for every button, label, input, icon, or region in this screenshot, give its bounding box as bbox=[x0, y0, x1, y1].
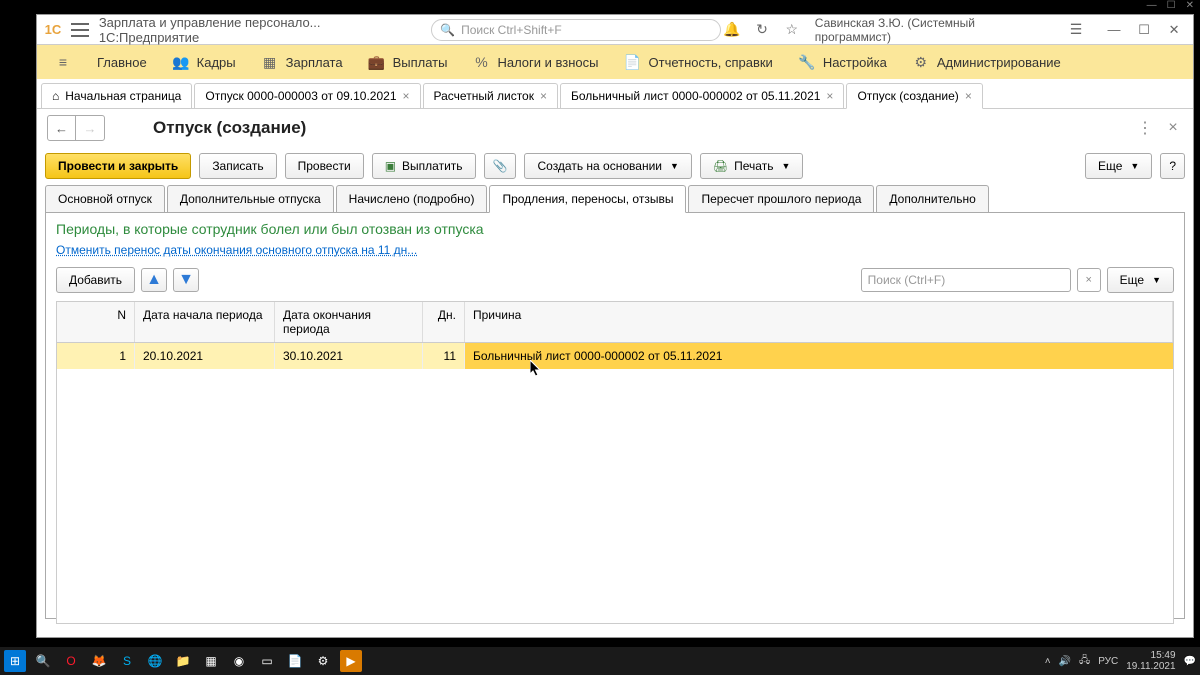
nav-hamburger[interactable]: ≡ bbox=[43, 45, 83, 79]
menu-icon[interactable] bbox=[71, 23, 89, 37]
back-button[interactable]: ← bbox=[48, 116, 76, 140]
nav-hr[interactable]: 👥Кадры bbox=[161, 45, 248, 79]
cancel-transfer-link[interactable]: Отменить перенос даты окончания основног… bbox=[56, 243, 417, 257]
table-search-input[interactable]: Поиск (Ctrl+F) bbox=[861, 268, 1071, 292]
attach-button[interactable]: 📎 bbox=[484, 153, 517, 179]
home-icon: ⌂ bbox=[52, 89, 59, 103]
opera-icon[interactable]: O bbox=[60, 650, 82, 672]
app-title: Зарплата и управление персонало... 1С:Пр… bbox=[99, 15, 423, 45]
add-button[interactable]: Добавить bbox=[56, 267, 135, 293]
reason-cell[interactable]: Больничный лист 0000-000002 от 05.11.202… bbox=[465, 343, 1173, 369]
save-button[interactable]: Записать bbox=[199, 153, 276, 179]
nav-arrows: ← → bbox=[47, 115, 105, 141]
move-up-button[interactable]: ▲ bbox=[141, 268, 167, 292]
close-page-icon[interactable]: × bbox=[1163, 118, 1183, 138]
os-minimize-icon[interactable]: — bbox=[1147, 0, 1157, 11]
titlebar: 1C Зарплата и управление персонало... 1С… bbox=[37, 15, 1193, 45]
tab-content: Периоды, в которые сотрудник болел или б… bbox=[45, 213, 1185, 619]
tab-sickleave[interactable]: Больничный лист 0000-000002 от 05.11.202… bbox=[560, 83, 844, 108]
search-icon: 🔍 bbox=[440, 23, 455, 37]
sound-icon[interactable]: 🔊 bbox=[1059, 656, 1071, 667]
nav-settings[interactable]: 🔧Настройка bbox=[787, 45, 899, 79]
lang-indicator[interactable]: РУС bbox=[1098, 656, 1118, 667]
pay-button[interactable]: ▣Выплатить bbox=[372, 153, 476, 179]
tab-recalc[interactable]: Пересчет прошлого периода bbox=[688, 185, 874, 212]
nav-reports[interactable]: 📄Отчетность, справки bbox=[613, 45, 785, 79]
tab-extensions[interactable]: Продления, переносы, отзывы bbox=[489, 185, 686, 213]
star-icon[interactable]: ☆ bbox=[781, 19, 803, 41]
minimize-button[interactable]: — bbox=[1099, 19, 1129, 41]
tab-extra[interactable]: Дополнительно bbox=[876, 185, 988, 212]
close-icon[interactable]: × bbox=[826, 89, 833, 103]
tray-up-icon[interactable]: ˄ bbox=[1045, 656, 1051, 667]
firefox-icon[interactable]: 🦊 bbox=[88, 650, 110, 672]
notifications-icon[interactable]: 💬 bbox=[1184, 656, 1196, 667]
nav-main[interactable]: Главное bbox=[85, 45, 159, 79]
page-header: ← → Отпуск (создание) ⋮ × bbox=[37, 109, 1193, 147]
os-maximize-icon[interactable]: ☐ bbox=[1167, 0, 1176, 11]
settings-icon[interactable]: ☰ bbox=[1065, 19, 1087, 41]
os-close-icon[interactable]: ✕ bbox=[1186, 0, 1194, 11]
search-taskbar-icon[interactable]: 🔍 bbox=[32, 650, 54, 672]
post-close-button[interactable]: Провести и закрыть bbox=[45, 153, 191, 179]
skype-icon[interactable]: S bbox=[116, 650, 138, 672]
create-based-button[interactable]: Создать на основании▼ bbox=[524, 153, 691, 179]
nav-payments[interactable]: 💼Выплаты bbox=[357, 45, 460, 79]
forward-button[interactable]: → bbox=[76, 116, 104, 140]
start-button[interactable]: ⊞ bbox=[4, 650, 26, 672]
global-search-input[interactable]: 🔍 Поиск Ctrl+Shift+F bbox=[431, 19, 721, 41]
history-icon[interactable]: ↻ bbox=[751, 19, 773, 41]
explorer-icon[interactable]: 📁 bbox=[172, 650, 194, 672]
post-button[interactable]: Провести bbox=[285, 153, 364, 179]
periods-table: N Дата начала периода Дата окончания пер… bbox=[56, 301, 1174, 624]
app-icon[interactable]: ▦ bbox=[200, 650, 222, 672]
app-icon[interactable]: 📄 bbox=[284, 650, 306, 672]
clock[interactable]: 15:49 19.11.2021 bbox=[1126, 650, 1175, 672]
command-bar: Провести и закрыть Записать Провести ▣Вы… bbox=[37, 147, 1193, 185]
user-label[interactable]: Савинская З.Ю. (Системный программист) bbox=[811, 16, 1057, 44]
help-button[interactable]: ? bbox=[1160, 153, 1185, 179]
app-icon[interactable]: ▶ bbox=[340, 650, 362, 672]
app-icon[interactable]: ◉ bbox=[228, 650, 250, 672]
more-menu-icon[interactable]: ⋮ bbox=[1135, 118, 1155, 138]
tab-vacation-1[interactable]: Отпуск 0000-000003 от 09.10.2021× bbox=[194, 83, 420, 108]
tab-accrued[interactable]: Начислено (подробно) bbox=[336, 185, 488, 212]
inner-tabs: Основной отпуск Дополнительные отпуска Н… bbox=[45, 185, 1185, 213]
network-icon[interactable]: 🖧 bbox=[1079, 653, 1090, 670]
chrome-icon[interactable]: 🌐 bbox=[144, 650, 166, 672]
tabstrip: ⌂Начальная страница Отпуск 0000-000003 о… bbox=[37, 79, 1193, 109]
main-nav: ≡ Главное 👥Кадры ▦Зарплата 💼Выплаты %Нал… bbox=[37, 45, 1193, 79]
tab-additional[interactable]: Дополнительные отпуска bbox=[167, 185, 334, 212]
close-button[interactable]: ✕ bbox=[1159, 19, 1189, 41]
nav-admin[interactable]: ⚙Администрирование bbox=[901, 45, 1073, 79]
clear-search-button[interactable]: × bbox=[1077, 268, 1101, 292]
app-window: 1C Зарплата и управление персонало... 1С… bbox=[36, 14, 1194, 638]
tab-home[interactable]: ⌂Начальная страница bbox=[41, 83, 192, 108]
more-button[interactable]: Еще▼ bbox=[1085, 153, 1152, 179]
maximize-button[interactable]: ☐ bbox=[1129, 19, 1159, 41]
table-row[interactable]: 1 20.10.2021 30.10.2021 11 Больничный ли… bbox=[57, 343, 1173, 369]
close-icon[interactable]: × bbox=[403, 89, 410, 103]
print-button[interactable]: 🖨Печать▼ bbox=[700, 153, 803, 179]
close-icon[interactable]: × bbox=[965, 89, 972, 103]
tab-payslip[interactable]: Расчетный листок× bbox=[423, 83, 558, 108]
app-icon[interactable]: ⚙ bbox=[312, 650, 334, 672]
nav-salary[interactable]: ▦Зарплата bbox=[250, 45, 355, 79]
tab-main-vacation[interactable]: Основной отпуск bbox=[45, 185, 165, 212]
app-icon[interactable]: ▭ bbox=[256, 650, 278, 672]
nav-taxes[interactable]: %Налоги и взносы bbox=[461, 45, 610, 79]
tab-vacation-create[interactable]: Отпуск (создание)× bbox=[846, 83, 982, 109]
table-more-button[interactable]: Еще▼ bbox=[1107, 267, 1174, 293]
app-logo-icon: 1C bbox=[41, 18, 65, 42]
taskbar: ⊞ 🔍 O 🦊 S 🌐 📁 ▦ ◉ ▭ 📄 ⚙ ▶ ˄ 🔊 🖧 РУС 15:4… bbox=[0, 647, 1200, 675]
close-icon[interactable]: × bbox=[540, 89, 547, 103]
move-down-button[interactable]: ▼ bbox=[173, 268, 199, 292]
bell-icon[interactable]: 🔔 bbox=[721, 19, 743, 41]
table-header: N Дата начала периода Дата окончания пер… bbox=[57, 302, 1173, 343]
section-title: Периоды, в которые сотрудник болел или б… bbox=[56, 221, 1174, 237]
page-title: Отпуск (создание) bbox=[153, 118, 306, 138]
